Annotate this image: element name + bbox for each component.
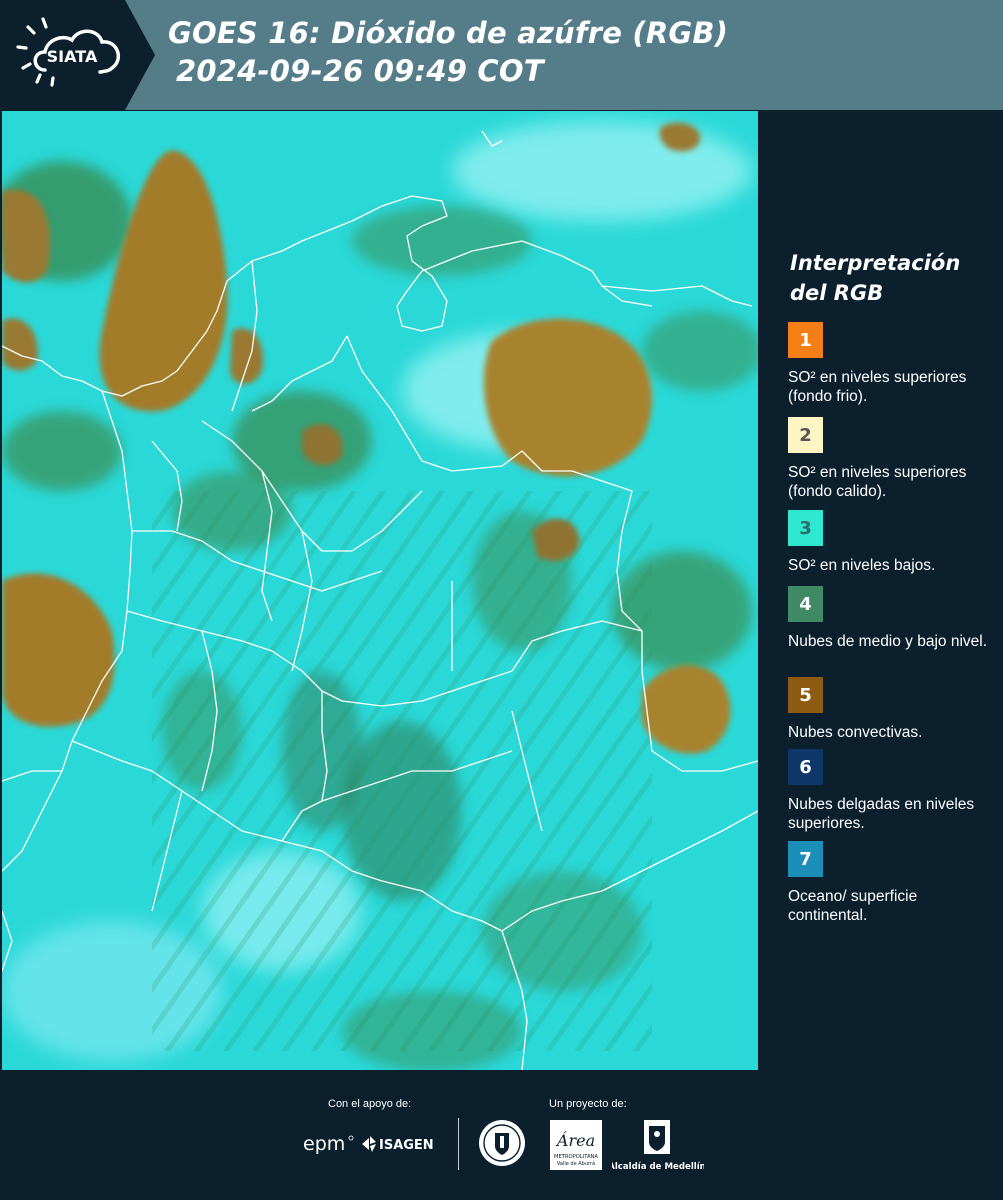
legend-swatch: 3 bbox=[788, 510, 823, 546]
legend-item-7: 7 Oceano/ superficie continental. bbox=[788, 841, 993, 925]
legend-title-line-2: del RGB bbox=[790, 281, 884, 305]
legend-label: Nubes convectivas. bbox=[788, 724, 923, 741]
legend-number: 7 bbox=[799, 848, 812, 870]
legend-label: SO² en niveles superiores (fondo calido)… bbox=[788, 464, 967, 500]
svg-text:ISAGEN: ISAGEN bbox=[379, 1138, 434, 1153]
area-metropolitana-logo: Área METROPOLITANA Valle de Aburrá bbox=[550, 1120, 602, 1174]
svg-text:Valle de Aburrá: Valle de Aburrá bbox=[557, 1160, 595, 1167]
isagen-logo: ISAGEN bbox=[360, 1132, 442, 1160]
legend-item-2: 2 SO² en niveles superiores (fondo calid… bbox=[788, 417, 993, 501]
epm-logo: epm bbox=[303, 1132, 355, 1160]
legend-number: 6 bbox=[799, 756, 812, 778]
legend-number: 5 bbox=[799, 684, 812, 706]
header-bar: SIATA GOES 16: Dióxido de azúfre (RGB) 2… bbox=[0, 0, 1003, 110]
legend-number: 2 bbox=[799, 424, 812, 446]
legend-item-3: 3 SO² en niveles bajos. bbox=[788, 510, 993, 575]
satellite-map[interactable] bbox=[2, 111, 758, 1070]
legend-label: SO² en niveles bajos. bbox=[788, 557, 936, 574]
legend-item-6: 6 Nubes delgadas en niveles superiores. bbox=[788, 749, 993, 833]
legend-swatch: 1 bbox=[788, 322, 823, 358]
legend-item-5: 5 Nubes convectivas. bbox=[788, 677, 993, 742]
svg-text:Alcaldía de Medellín: Alcaldía de Medellín bbox=[612, 1162, 704, 1172]
legend-item-4: 4 Nubes de medio y bajo nivel. bbox=[788, 586, 993, 651]
legend-swatch: 7 bbox=[788, 841, 823, 877]
legend-number: 1 bbox=[799, 329, 812, 351]
svg-text:Área: Área bbox=[555, 1130, 595, 1150]
footer: Con el apoyo de: Un proyecto de: epm ISA… bbox=[0, 1070, 1003, 1200]
svg-text:epm: epm bbox=[303, 1133, 345, 1155]
legend-number: 4 bbox=[799, 593, 812, 615]
university-seal-logo bbox=[477, 1118, 527, 1172]
siata-logo: SIATA bbox=[0, 0, 155, 110]
legend-swatch: 6 bbox=[788, 749, 823, 785]
legend-title-line-1: Interpretación bbox=[790, 251, 961, 275]
legend-swatch: 4 bbox=[788, 586, 823, 622]
project-label: Un proyecto de: bbox=[549, 1098, 627, 1110]
title-line-2: 2024-09-26 09:49 COT bbox=[176, 54, 544, 88]
isagen-mark-icon bbox=[362, 1136, 376, 1152]
alcaldia-medellin-logo: Alcaldía de Medellín bbox=[608, 1118, 706, 1178]
support-label: Con el apoyo de: bbox=[328, 1098, 412, 1110]
legend-swatch: 5 bbox=[788, 677, 823, 713]
page-title: GOES 16: Dióxido de azúfre (RGB) 2024-09… bbox=[168, 14, 728, 90]
title-line-1: GOES 16: Dióxido de azúfre (RGB) bbox=[168, 16, 729, 50]
legend-swatch: 2 bbox=[788, 417, 823, 453]
svg-text:METROPOLITANA: METROPOLITANA bbox=[554, 1154, 598, 1160]
svg-text:SIATA: SIATA bbox=[47, 47, 98, 66]
legend-panel: Interpretación del RGB 1 SO² en niveles … bbox=[760, 111, 1003, 1070]
legend-label: SO² en niveles superiores (fondo frio). bbox=[788, 369, 967, 405]
footer-divider bbox=[458, 1118, 459, 1170]
legend-label: Nubes de medio y bajo nivel. bbox=[788, 633, 988, 650]
legend-label: Nubes delgadas en niveles superiores. bbox=[788, 796, 975, 832]
legend-item-1: 1 SO² en niveles superiores (fondo frio)… bbox=[788, 322, 993, 406]
legend-number: 3 bbox=[799, 517, 812, 539]
legend-title: Interpretación del RGB bbox=[790, 248, 960, 308]
legend-label: Oceano/ superficie continental. bbox=[788, 888, 918, 924]
